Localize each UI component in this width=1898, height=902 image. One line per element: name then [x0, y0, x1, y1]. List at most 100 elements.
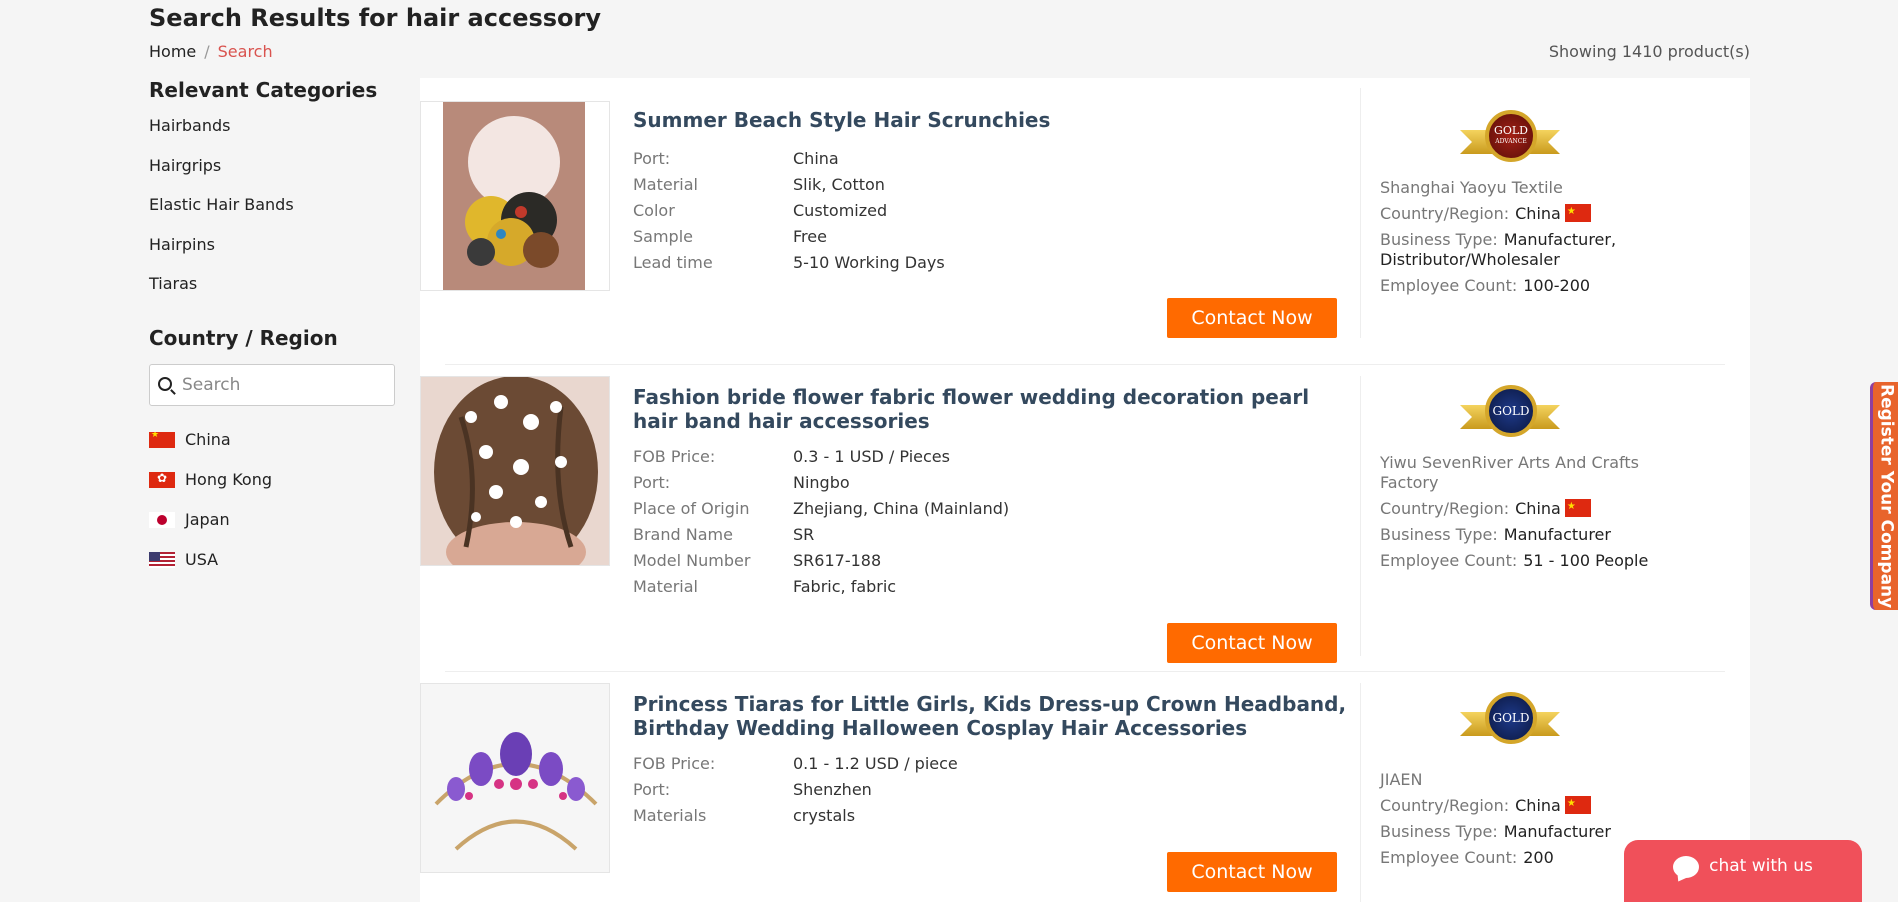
business-key: Business Type:: [1380, 822, 1498, 841]
attribute-row: FOB Price: 0.3 - 1 USD / Pieces: [633, 444, 1009, 470]
supplier-business-type: Business Type: Manufacturer: [1380, 525, 1680, 545]
gold-advance-badge-icon: GOLD ADVANCE: [1460, 108, 1570, 172]
product-title[interactable]: Fashion bride flower fabric flower weddi…: [633, 385, 1353, 433]
country-value: China: [1515, 796, 1561, 815]
attribute-value: crystals: [793, 806, 856, 825]
attribute-row: Material Slik, Cotton: [633, 172, 945, 198]
attribute-value: 0.1 - 1.2 USD / piece: [793, 754, 958, 773]
product-attributes: FOB Price: 0.1 - 1.2 USD / piece Port: She…: [633, 751, 958, 829]
usa-flag-icon: [149, 551, 175, 568]
china-flag-icon: [149, 431, 175, 448]
attribute-key: Port:: [633, 780, 671, 799]
country-label: China: [185, 430, 231, 449]
country-search-input[interactable]: [180, 364, 390, 405]
product-image-tiara[interactable]: [420, 683, 610, 873]
supplier-business-type: Business Type: Manufacturer, Distributor/…: [1380, 230, 1680, 270]
business-key: Business Type:: [1380, 525, 1498, 544]
employee-value: 100-200: [1523, 276, 1591, 295]
attribute-value: SR: [793, 525, 815, 544]
country-value: China: [1515, 499, 1561, 518]
category-item-elastic-hair-bands[interactable]: Elastic Hair Bands: [149, 195, 395, 235]
country-label: USA: [185, 550, 219, 569]
product-title[interactable]: Princess Tiaras for Little Girls, Kids D…: [633, 692, 1353, 740]
category-item-hairgrips[interactable]: Hairgrips: [149, 156, 395, 196]
employee-value: 200: [1523, 848, 1554, 867]
divider: [1360, 376, 1361, 656]
badge-sublabel: ADVANCE: [1495, 138, 1527, 145]
country-item-japan[interactable]: Japan: [149, 500, 395, 540]
chat-bubble-icon: [1673, 856, 1700, 878]
attribute-key: Brand Name: [633, 525, 733, 544]
category-item-hairbands[interactable]: Hairbands: [149, 116, 395, 156]
supplier-employee-count: Employee Count: 100-200: [1380, 276, 1680, 296]
product-attributes: FOB Price: 0.3 - 1 USD / Pieces Port: Ning…: [633, 444, 1009, 600]
contact-now-button[interactable]: Contact Now: [1167, 623, 1337, 663]
register-company-tab[interactable]: Register Your Company: [1870, 382, 1898, 610]
attribute-row: Place of Origin Zhejiang, China (Mainland…: [633, 496, 1009, 522]
attribute-key: Place of Origin: [633, 499, 750, 518]
category-item-tiaras[interactable]: Tiaras: [149, 274, 395, 314]
attribute-row: Port: China: [633, 146, 945, 172]
country-item-usa[interactable]: USA: [149, 540, 395, 580]
supplier-name[interactable]: Yiwu SevenRiver Arts And Crafts Factory: [1380, 453, 1680, 493]
country-value: China: [1515, 204, 1561, 223]
page-title: Search Results for hair accessory: [149, 4, 602, 32]
search-icon: [158, 376, 172, 391]
employee-key: Employee Count:: [1380, 551, 1518, 570]
country-key: Country/Region:: [1380, 204, 1510, 223]
attribute-row: FOB Price: 0.1 - 1.2 USD / piece: [633, 751, 958, 777]
china-flag-icon: [1564, 202, 1591, 222]
product-separator: [445, 671, 1725, 672]
attribute-row: Sample Free: [633, 224, 945, 250]
supplier-name[interactable]: Shanghai Yaoyu Textile: [1380, 178, 1680, 198]
attribute-row: Brand Name SR: [633, 522, 1009, 548]
product-attributes: Port: China Material Slik, Cotton Color Cus…: [633, 146, 945, 276]
category-item-hairpins[interactable]: Hairpins: [149, 235, 395, 275]
category-list: Hairbands Hairgrips Elastic Hair Bands H…: [149, 116, 395, 314]
supplier-employee-count: Employee Count: 51 - 100 People: [1380, 551, 1680, 571]
attribute-value: Zhejiang, China (Mainland): [793, 499, 1010, 518]
employee-key: Employee Count:: [1380, 276, 1518, 295]
results-panel: Summer Beach Style Hair Scrunchies Port:…: [420, 78, 1750, 902]
gold-badge-icon: GOLD: [1460, 383, 1570, 447]
attribute-row: Materials crystals: [633, 803, 958, 829]
product-image-scrunchies[interactable]: [420, 101, 610, 291]
breadcrumb-home-link[interactable]: Home: [149, 42, 196, 61]
supplier-info: GOLD Yiwu SevenRiver Arts And Crafts Fac…: [1380, 383, 1680, 571]
categories-heading: Relevant Categories: [149, 78, 378, 102]
country-item-hong-kong[interactable]: Hong Kong: [149, 460, 395, 500]
attribute-key: Port:: [633, 149, 671, 168]
chat-widget[interactable]: chat with us: [1624, 840, 1862, 902]
attribute-key: Color: [633, 201, 675, 220]
country-label: Hong Kong: [185, 470, 272, 489]
attribute-key: Material: [633, 577, 698, 596]
contact-now-button[interactable]: Contact Now: [1167, 298, 1337, 338]
badge-label: GOLD: [1492, 403, 1530, 418]
attribute-key: Material: [633, 175, 698, 194]
divider: [1360, 683, 1361, 902]
business-value: Manufacturer: [1503, 822, 1611, 841]
gold-badge-icon: GOLD: [1460, 690, 1570, 754]
product-image-bridal-flowers[interactable]: [420, 376, 610, 566]
attribute-value: Customized: [793, 201, 888, 220]
contact-now-button[interactable]: Contact Now: [1167, 852, 1337, 892]
country-item-china[interactable]: China: [149, 420, 395, 460]
breadcrumb-current: Search: [217, 42, 273, 61]
attribute-key: Sample: [633, 227, 693, 246]
attribute-row: Color Customized: [633, 198, 945, 224]
country-key: Country/Region:: [1380, 796, 1510, 815]
supplier-name[interactable]: JIAEN: [1380, 770, 1680, 790]
supplier-info: GOLD ADVANCE Shanghai Yaoyu Textile Count…: [1380, 108, 1680, 296]
attribute-key: Port:: [633, 473, 671, 492]
attribute-key: FOB Price:: [633, 754, 716, 773]
japan-flag-icon: [149, 511, 175, 528]
attribute-key: Model Number: [633, 551, 751, 570]
attribute-value: Shenzhen: [793, 780, 872, 799]
badge-label: GOLD: [1492, 710, 1530, 725]
attribute-row: Material Fabric, fabric: [633, 574, 1009, 600]
country-key: Country/Region:: [1380, 499, 1510, 518]
supplier-country: Country/Region: China: [1380, 794, 1680, 816]
product-title[interactable]: Summer Beach Style Hair Scrunchies: [633, 108, 1353, 132]
attribute-value: Fabric, fabric: [793, 577, 897, 596]
country-list: China Hong Kong Japan USA: [149, 420, 395, 580]
